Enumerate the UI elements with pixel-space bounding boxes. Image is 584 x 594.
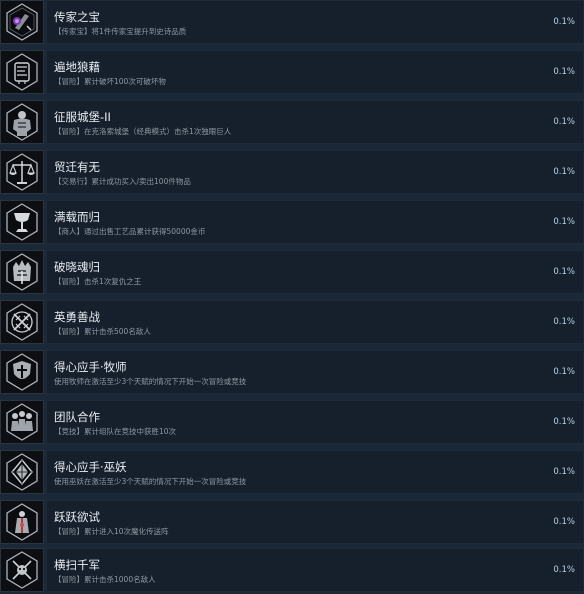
destruction-icon bbox=[0, 50, 44, 94]
crossed-swords-icon bbox=[0, 300, 44, 344]
achievement-description: 【冒险】累计击杀500名敌人 bbox=[54, 327, 151, 336]
achievement-description: 【交易行】累计成功买入/卖出100件物品 bbox=[54, 177, 191, 186]
achievement-title: 横扫千军 bbox=[54, 558, 100, 572]
achievement-card: 破晓魂归 【冒险】击杀1次复仇之王 0.1% bbox=[46, 250, 584, 294]
unlock-percent: 0.1% bbox=[553, 67, 575, 77]
achievement-row[interactable]: 遍地狼藉 【冒险】累计破坏100次可破坏物 0.1% bbox=[0, 50, 584, 96]
unlock-percent: 0.1% bbox=[553, 267, 575, 277]
achievement-card: 征服城堡-II 【冒险】在克洛索城堡（经典模式）击杀1次独眼巨人 0.1% bbox=[46, 100, 584, 144]
achievement-title: 满载而归 bbox=[54, 210, 100, 224]
achievement-title: 团队合作 bbox=[54, 410, 100, 424]
achievement-title: 破晓魂归 bbox=[54, 260, 100, 274]
achievement-card: 英勇善战 【冒险】累计击杀500名敌人 0.1% bbox=[46, 300, 584, 344]
achievement-row[interactable]: 团队合作 【竞技】累计组队在竞技中获胜10次 0.1% bbox=[0, 400, 584, 446]
achievement-title: 英勇善战 bbox=[54, 310, 100, 324]
achievement-title: 贸迁有无 bbox=[54, 160, 100, 174]
unlock-percent: 0.1% bbox=[553, 417, 575, 427]
achievement-row[interactable]: 破晓魂归 【冒险】击杀1次复仇之王 0.1% bbox=[0, 250, 584, 296]
achievement-card: 团队合作 【竞技】累计组队在竞技中获胜10次 0.1% bbox=[46, 400, 584, 444]
achievement-card: 遍地狼藉 【冒险】累计破坏100次可破坏物 0.1% bbox=[46, 50, 584, 94]
unlock-percent: 0.1% bbox=[553, 517, 575, 527]
achievement-row[interactable]: 征服城堡-II 【冒险】在克洛索城堡（经典模式）击杀1次独眼巨人 0.1% bbox=[0, 100, 584, 146]
achievement-title: 得心应手·牧师 bbox=[54, 360, 127, 374]
achievement-description: 【冒险】累计破坏100次可破坏物 bbox=[54, 77, 166, 86]
achievement-row[interactable]: 满载而归 【商人】通过出售工艺品累计获得50000金币 0.1% bbox=[0, 200, 584, 246]
team-icon bbox=[0, 400, 44, 444]
unlock-percent: 0.1% bbox=[553, 167, 575, 177]
unlock-percent: 0.1% bbox=[553, 217, 575, 227]
cyclops-icon bbox=[0, 100, 44, 144]
cleric-shield-icon bbox=[0, 350, 44, 394]
unlock-percent: 0.1% bbox=[553, 467, 575, 477]
achievement-card: 贸迁有无 【交易行】累计成功买入/卖出100件物品 0.1% bbox=[46, 150, 584, 194]
achievement-row[interactable]: 得心应手·牧师 使用牧师在激活至少3个天赋的情况下开始一次冒险或竞技 0.1% bbox=[0, 350, 584, 396]
achievement-title: 遍地狼藉 bbox=[54, 60, 100, 74]
lich-icon bbox=[0, 450, 44, 494]
achievement-description: 【传家宝】将1件传家宝提升到史诗品质 bbox=[54, 27, 187, 36]
achievement-row[interactable]: 跃跃欲试 【冒险】累计进入10次魔化传送阵 0.1% bbox=[0, 500, 584, 546]
unlock-percent: 0.1% bbox=[553, 317, 575, 327]
achievement-description: 【冒险】累计击杀1000名敌人 bbox=[54, 575, 156, 584]
crown-icon bbox=[0, 250, 44, 294]
achievement-card: 跃跃欲试 【冒险】累计进入10次魔化传送阵 0.1% bbox=[46, 500, 584, 544]
achievement-description: 【竞技】累计组队在竞技中获胜10次 bbox=[54, 427, 177, 436]
achievement-card: 横扫千军 【冒险】累计击杀1000名敌人 0.1% bbox=[46, 548, 584, 592]
achievement-title: 征服城堡-II bbox=[54, 110, 111, 124]
achievement-card: 满载而归 【商人】通过出售工艺品累计获得50000金币 0.1% bbox=[46, 200, 584, 244]
achievement-description: 【冒险】击杀1次复仇之王 bbox=[54, 277, 142, 286]
achievement-title: 传家之宝 bbox=[54, 10, 100, 24]
goblet-icon bbox=[0, 200, 44, 244]
achievement-row[interactable]: 横扫千军 【冒险】累计击杀1000名敌人 0.1% bbox=[0, 548, 584, 594]
achievement-row[interactable]: 英勇善战 【冒险】累计击杀500名敌人 0.1% bbox=[0, 300, 584, 346]
achievement-card: 得心应手·巫妖 使用巫妖在激活至少3个天赋的情况下开始一次冒险或竞技 0.1% bbox=[46, 450, 584, 494]
unlock-percent: 0.1% bbox=[553, 367, 575, 377]
achievement-row[interactable]: 得心应手·巫妖 使用巫妖在激活至少3个天赋的情况下开始一次冒险或竞技 0.1% bbox=[0, 450, 584, 496]
achievement-description: 使用牧师在激活至少3个天赋的情况下开始一次冒险或竞技 bbox=[54, 377, 247, 386]
unlock-percent: 0.1% bbox=[553, 17, 575, 27]
unlock-percent: 0.1% bbox=[553, 117, 575, 127]
skull-swords-icon bbox=[0, 548, 44, 592]
heirloom-icon bbox=[0, 0, 44, 44]
portal-icon bbox=[0, 500, 44, 544]
scales-icon bbox=[0, 150, 44, 194]
achievement-description: 【冒险】累计进入10次魔化传送阵 bbox=[54, 527, 169, 536]
achievement-row[interactable]: 传家之宝 【传家宝】将1件传家宝提升到史诗品质 0.1% bbox=[0, 0, 584, 46]
achievement-title: 跃跃欲试 bbox=[54, 510, 100, 524]
achievement-list: 传家之宝 【传家宝】将1件传家宝提升到史诗品质 0.1% 遍地狼藉 【冒险】累计… bbox=[0, 0, 584, 593]
achievement-description: 【商人】通过出售工艺品累计获得50000金币 bbox=[54, 227, 206, 236]
unlock-percent: 0.1% bbox=[553, 565, 575, 575]
achievement-card: 得心应手·牧师 使用牧师在激活至少3个天赋的情况下开始一次冒险或竞技 0.1% bbox=[46, 350, 584, 394]
achievement-title: 得心应手·巫妖 bbox=[54, 460, 127, 474]
achievement-description: 使用巫妖在激活至少3个天赋的情况下开始一次冒险或竞技 bbox=[54, 477, 247, 486]
achievement-description: 【冒险】在克洛索城堡（经典模式）击杀1次独眼巨人 bbox=[54, 127, 232, 136]
achievement-card: 传家之宝 【传家宝】将1件传家宝提升到史诗品质 0.1% bbox=[46, 0, 584, 44]
achievement-row[interactable]: 贸迁有无 【交易行】累计成功买入/卖出100件物品 0.1% bbox=[0, 150, 584, 196]
